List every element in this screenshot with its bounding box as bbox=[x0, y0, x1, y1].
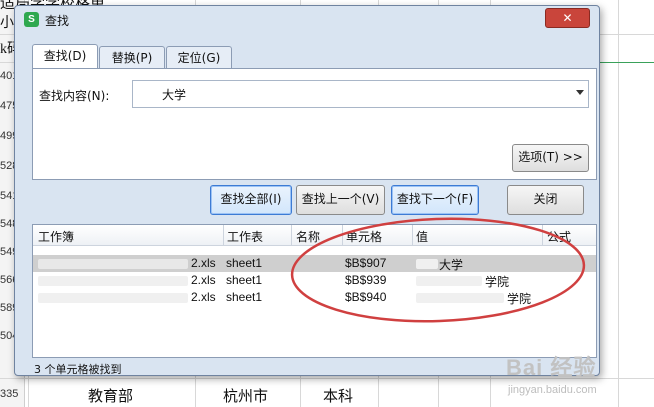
red-annotation-ellipse bbox=[290, 217, 586, 323]
watermark-brand: Bai 经验 bbox=[506, 355, 597, 380]
watermark-url: jingyan.baidu.com bbox=[508, 384, 597, 396]
baidu-watermark: Bai 经验 jingyan.baidu.com bbox=[500, 348, 650, 404]
annotation-ellipse-shape bbox=[290, 217, 586, 323]
